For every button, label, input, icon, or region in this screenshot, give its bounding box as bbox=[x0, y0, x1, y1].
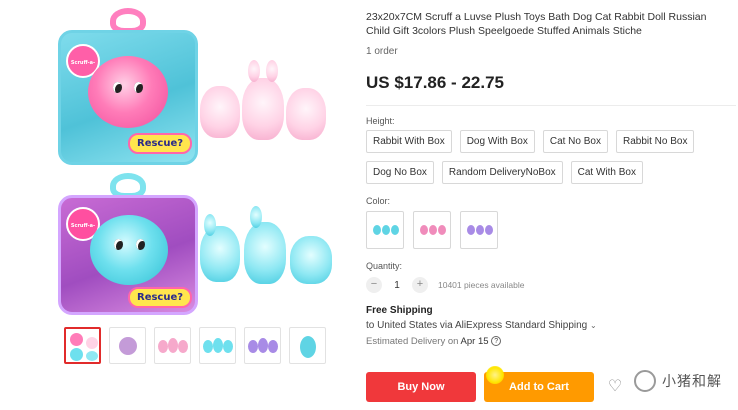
wishlist-heart-icon[interactable]: ♡ bbox=[604, 376, 626, 398]
rabbit-ear bbox=[250, 206, 262, 228]
rescue-badge: Rescue? bbox=[128, 287, 193, 308]
pink-rabbit-toy bbox=[242, 78, 284, 140]
delivery-prefix: Estimated Delivery on bbox=[366, 336, 459, 347]
pink-cat-toy bbox=[286, 88, 326, 140]
thumbnail-2[interactable] bbox=[109, 327, 146, 364]
height-options: Rabbit With Box Dog With Box Cat No Box … bbox=[366, 130, 726, 184]
quantity-available: 10401 pieces available bbox=[438, 280, 525, 290]
color-swatch-purple[interactable] bbox=[460, 211, 498, 249]
pink-dog-toy bbox=[200, 86, 240, 138]
chevron-down-icon: ⌄ bbox=[590, 321, 597, 330]
purchase-actions: Buy Now Add to Cart bbox=[366, 366, 594, 402]
option-cat-with-box[interactable]: Cat With Box bbox=[570, 161, 643, 184]
option-rabbit-no-box[interactable]: Rabbit No Box bbox=[615, 130, 695, 153]
plush-eye-left bbox=[113, 82, 122, 93]
cursor-highlight bbox=[486, 366, 504, 384]
option-rabbit-with-box[interactable]: Rabbit With Box bbox=[366, 130, 452, 153]
thumbnail-5[interactable] bbox=[244, 327, 281, 364]
teal-box-art: Scruff-a-Luvs Rescue? bbox=[58, 173, 198, 318]
estimated-delivery: Estimated Delivery on Apr 15 ? bbox=[366, 336, 726, 347]
rabbit-ear bbox=[248, 60, 260, 82]
option-dog-no-box[interactable]: Dog No Box bbox=[366, 161, 434, 184]
thumbnail-1[interactable] bbox=[64, 327, 101, 364]
order-count: 1 order bbox=[366, 46, 398, 57]
add-to-cart-button[interactable]: Add to Cart bbox=[484, 366, 594, 402]
color-label: Color: bbox=[366, 196, 391, 206]
product-price: US $17.86 - 22.75 bbox=[366, 73, 504, 92]
quantity-minus-button[interactable]: − bbox=[366, 277, 382, 293]
option-random-delivery-no-box[interactable]: Random DeliveryNoBox bbox=[441, 161, 563, 184]
pink-box-art: Scruff-a-Luvs Rescue? bbox=[58, 8, 198, 168]
color-options bbox=[366, 211, 726, 249]
watermark-text: 小猪和解 bbox=[662, 374, 722, 390]
teal-plush-ball bbox=[90, 215, 168, 285]
main-product-image[interactable]: Scruff-a-Luvs Rescue? Scruff-a-Luvs Resc… bbox=[50, 8, 350, 318]
quantity-plus-button[interactable]: + bbox=[412, 277, 428, 293]
watermark-logo-icon bbox=[634, 370, 656, 392]
height-label: Height: bbox=[366, 116, 395, 126]
buy-now-button[interactable]: Buy Now bbox=[366, 372, 476, 402]
teal-rabbit-toy bbox=[244, 222, 286, 284]
color-swatch-teal[interactable] bbox=[366, 211, 404, 249]
thumbnail-3[interactable] bbox=[154, 327, 191, 364]
plush-eye-right bbox=[136, 239, 145, 250]
quantity-value[interactable]: 1 bbox=[390, 280, 404, 291]
shipping-method-text: to United States via AliExpress Standard… bbox=[366, 320, 588, 331]
option-dog-with-box[interactable]: Dog With Box bbox=[459, 130, 535, 153]
quantity-label: Quantity: bbox=[366, 261, 403, 271]
teal-dog-toy bbox=[290, 236, 332, 284]
plush-eye-left bbox=[114, 239, 123, 250]
option-cat-no-box[interactable]: Cat No Box bbox=[542, 130, 608, 153]
product-details: 23x20x7CM Scruff a Luvse Plush Toys Bath… bbox=[366, 10, 736, 347]
delivery-date: Apr 15 bbox=[460, 336, 489, 347]
divider bbox=[366, 105, 736, 106]
rabbit-ear bbox=[266, 60, 278, 82]
quantity-stepper: − 1 + 10401 pieces available bbox=[366, 277, 726, 293]
plush-eye-right bbox=[134, 82, 143, 93]
rescue-badge: Rescue? bbox=[128, 133, 193, 154]
cat-ear bbox=[204, 214, 216, 236]
shipping-method[interactable]: to United States via AliExpress Standard… bbox=[366, 320, 726, 331]
shipping-title: Free Shipping bbox=[366, 305, 433, 316]
pink-plush-ball bbox=[88, 56, 168, 128]
color-swatch-pink[interactable] bbox=[413, 211, 451, 249]
thumbnail-strip bbox=[64, 327, 326, 364]
thumbnail-4[interactable] bbox=[199, 327, 236, 364]
product-title: 23x20x7CM Scruff a Luvse Plush Toys Bath… bbox=[366, 11, 707, 37]
thumbnail-6[interactable] bbox=[289, 327, 326, 364]
watermark: 小猪和解 bbox=[630, 368, 726, 394]
help-icon[interactable]: ? bbox=[491, 336, 502, 347]
product-gallery: Scruff-a-Luvs Rescue? Scruff-a-Luvs Resc… bbox=[40, 0, 340, 410]
add-to-cart-label: Add to Cart bbox=[509, 381, 569, 393]
